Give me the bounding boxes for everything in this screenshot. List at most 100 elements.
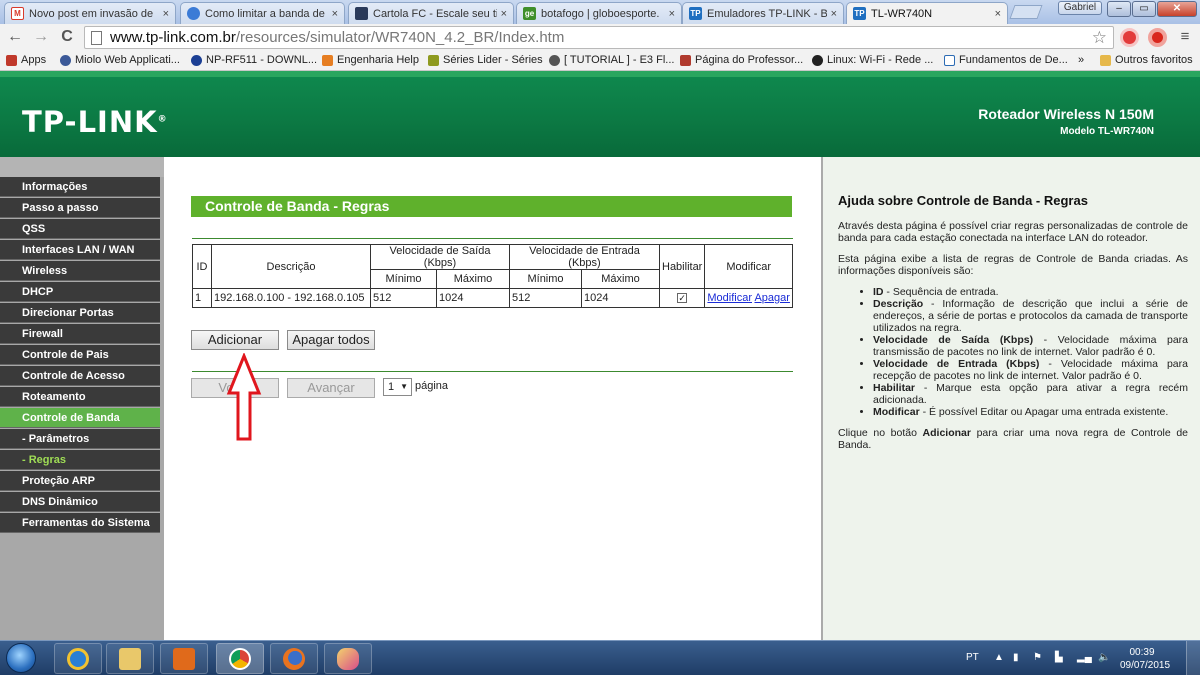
bookmark-apps[interactable]: Apps (6, 54, 46, 66)
tab-title: Como limitar a banda de (205, 7, 325, 20)
signal-icon[interactable]: ▂▄ (1077, 652, 1092, 663)
tab-close-icon[interactable]: × (669, 8, 675, 20)
sidebar-item-qss[interactable]: QSS (0, 219, 160, 239)
chrome-icon (229, 647, 251, 670)
page-icon (944, 54, 955, 66)
taskbar-media-player[interactable] (160, 643, 208, 674)
volume-icon[interactable]: 🔈 (1098, 652, 1110, 663)
page-select[interactable]: 1 ▼ (383, 378, 412, 396)
tab-close-icon[interactable]: × (831, 8, 837, 20)
bookmarks-bar: Apps Miolo Web Applicati... NP-RF511 - D… (0, 51, 1200, 71)
show-hidden-icons[interactable]: ▲ (994, 652, 1004, 663)
tab-close-icon[interactable]: × (163, 8, 169, 20)
annotation-arrow-icon (226, 353, 262, 441)
new-tab-button[interactable] (1009, 5, 1043, 19)
sidebar-item-controle-de-acesso[interactable]: Controle de Acesso (0, 366, 160, 386)
browser-tab-active[interactable]: TP TL-WR740N × (846, 2, 1008, 24)
taskbar-internet-explorer[interactable] (54, 643, 102, 674)
bookmark-star-icon[interactable]: ☆ (1092, 28, 1107, 48)
header-stripe (0, 71, 1200, 77)
browser-tab-5[interactable]: TP Emuladores TP-LINK - Be × (682, 2, 844, 24)
back-arrow-icon[interactable]: ← (6, 28, 24, 46)
taskbar-paint[interactable] (324, 643, 372, 674)
sidebar-item-firewall[interactable]: Firewall (0, 324, 160, 344)
bookmark-linux[interactable]: Linux: Wi-Fi - Rede ... (812, 54, 933, 66)
samsung-icon (191, 54, 202, 66)
sidebar-item-direcionar-portas[interactable]: Direcionar Portas (0, 303, 160, 323)
sidebar-item-parametros[interactable]: - Parâmetros (0, 429, 160, 449)
browser-tab-3[interactable]: Cartola FC - Escale seu tir × (348, 2, 514, 24)
next-button[interactable]: Avançar (287, 378, 375, 398)
delete-link[interactable]: Apagar (754, 292, 789, 304)
tux-icon (812, 54, 823, 66)
maximize-button[interactable]: ▭ (1132, 1, 1156, 17)
bookmark-series[interactable]: Séries Lider - Séries (428, 54, 543, 66)
add-button[interactable]: Adicionar (191, 330, 279, 350)
sidebar-item-controle-de-pais[interactable]: Controle de Pais (0, 345, 160, 365)
cell-modificar: Modificar Apagar (704, 288, 793, 308)
menu-top-bar (0, 157, 164, 177)
help-term: Velocidade de Entrada (Kbps) (873, 358, 1040, 370)
blog-icon (187, 7, 200, 20)
sidebar-item-interfaces-lan-wan[interactable]: Interfaces LAN / WAN (0, 240, 160, 260)
browser-tab-1[interactable]: M Novo post em invasão de × (4, 2, 176, 24)
professor-icon (680, 54, 691, 66)
menu-icon[interactable]: ≡ (1176, 28, 1194, 46)
sidebar-item-protecao-arp[interactable]: Proteção ARP (0, 471, 160, 491)
router-header: TP-LINK® Roteador Wireless N 150M Modelo… (0, 71, 1200, 157)
sidebar-item-informacoes[interactable]: Informações (0, 177, 160, 197)
browser-tab-4[interactable]: ge botafogo | globoesporte. × (516, 2, 682, 24)
bookmark-tutorial[interactable]: [ TUTORIAL ] - E3 Fl... (549, 54, 674, 66)
bookmark-np-rf511[interactable]: NP-RF511 - DOWNL... (191, 54, 317, 66)
sidebar-item-dns-dinamico[interactable]: DNS Dinâmico (0, 492, 160, 512)
bookmark-professor[interactable]: Página do Professor... (680, 54, 803, 66)
show-desktop-button[interactable] (1186, 641, 1200, 675)
dropdown-arrow-icon: ▼ (400, 382, 408, 391)
close-window-button[interactable]: ✕ (1157, 1, 1197, 17)
miolo-icon (60, 54, 71, 66)
taskbar-chrome[interactable] (216, 643, 264, 674)
taskbar-firefox[interactable] (270, 643, 318, 674)
tab-title: Novo post em invasão de (29, 7, 154, 20)
logo-mark: ® (157, 114, 168, 125)
bookmark-outros[interactable]: Outros favoritos (1100, 54, 1193, 66)
delete-all-button[interactable]: Apagar todos (287, 330, 375, 350)
minimize-button[interactable]: – (1107, 1, 1131, 17)
sidebar-item-dhcp[interactable]: DHCP (0, 282, 160, 302)
bookmark-miolo[interactable]: Miolo Web Applicati... (60, 54, 180, 66)
profile-button[interactable]: Gabriel (1058, 1, 1102, 15)
opera-icon[interactable] (1148, 28, 1167, 47)
browser-tab-2[interactable]: Como limitar a banda de × (180, 2, 345, 24)
sidebar-item-roteamento[interactable]: Roteamento (0, 387, 160, 407)
sidebar-item-ferramentas-do-sistema[interactable]: Ferramentas do Sistema (0, 513, 160, 533)
col-saida-max: Máximo (436, 269, 510, 289)
extension-icon[interactable] (1120, 28, 1139, 47)
start-button[interactable] (6, 643, 36, 673)
taskbar-file-explorer[interactable] (106, 643, 154, 674)
modify-link[interactable]: Modificar (707, 292, 752, 304)
forward-arrow-icon[interactable]: → (32, 28, 50, 46)
flag-icon[interactable]: ▙ (1055, 652, 1063, 663)
language-indicator[interactable]: PT (966, 652, 979, 663)
bookmark-label: Outros favoritos (1115, 54, 1193, 66)
reload-icon[interactable]: C (58, 28, 76, 46)
firefox-icon (283, 647, 305, 670)
action-center-icon[interactable]: ⚑ (1033, 652, 1042, 663)
cell-saida-min: 512 (370, 288, 437, 308)
bookmark-fundamentos[interactable]: Fundamentos de De... (944, 54, 1068, 66)
enable-checkbox[interactable]: ✓ (677, 293, 688, 303)
tab-close-icon[interactable]: × (332, 8, 338, 20)
sidebar-item-controle-de-banda[interactable]: Controle de Banda (0, 408, 160, 428)
tab-close-icon[interactable]: × (501, 8, 507, 20)
network-icon[interactable]: ▮ (1013, 652, 1019, 663)
cell-id: 1 (192, 288, 212, 308)
bookmark-engenharia[interactable]: Engenharia Help (322, 54, 419, 66)
clock-date: 09/07/2015 (1120, 660, 1171, 671)
address-bar[interactable]: www.tp-link.com.br/resources/simulator/W… (84, 26, 1114, 49)
sidebar-item-passo-a-passo[interactable]: Passo a passo (0, 198, 160, 218)
clock[interactable]: 00:39 09/07/2015 (1120, 646, 1171, 672)
sidebar-item-regras[interactable]: - Regras (0, 450, 160, 470)
sidebar-item-wireless[interactable]: Wireless (0, 261, 160, 281)
tab-close-icon[interactable]: × (995, 8, 1001, 20)
more-bookmarks-chevron[interactable]: » (1078, 54, 1084, 66)
